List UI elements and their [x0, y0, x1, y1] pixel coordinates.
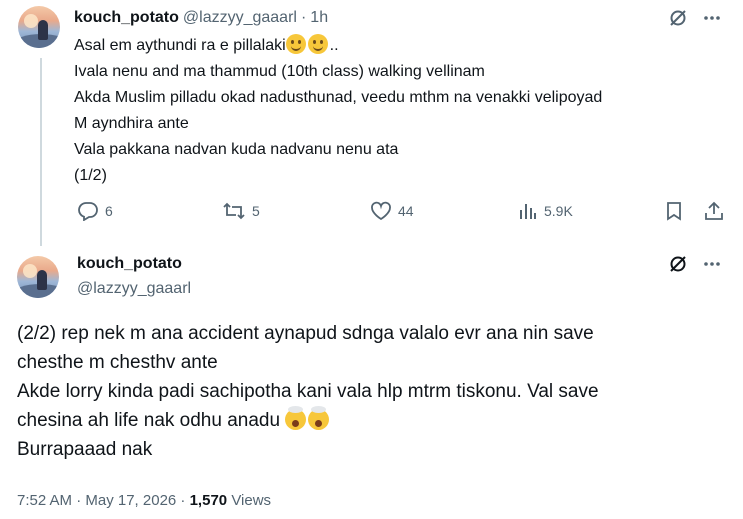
- avatar-person: [37, 270, 47, 290]
- like-button[interactable]: 44: [370, 201, 414, 221]
- thread-connector-line: [40, 58, 42, 246]
- repost-icon: [223, 202, 245, 220]
- views-count: 1,570: [189, 492, 228, 509]
- tweet-meta: 7:52 AM · May 17, 2026 · 1,570 Views: [17, 492, 271, 509]
- tweet-line: (1/2): [74, 167, 107, 184]
- reply-icon: [78, 202, 98, 221]
- repost-count: 5: [252, 203, 260, 219]
- user-handle[interactable]: @lazzyy_gaaarl: [77, 280, 191, 298]
- grok-icon[interactable]: [667, 7, 689, 29]
- exploding-head-icon: [308, 406, 330, 430]
- avatar-person: [38, 20, 48, 40]
- more-options-icon[interactable]: [701, 253, 723, 275]
- separator-dot: ·: [300, 9, 307, 26]
- tweet-line: chesina ah life nak odhu anadu: [17, 406, 732, 435]
- tweet-line: Burrapaaad nak: [17, 439, 153, 460]
- share-button[interactable]: [704, 201, 724, 221]
- display-name[interactable]: kouch_potato: [77, 255, 182, 273]
- tweet-line-text: Asal em aythundi ra e pillalaki: [74, 37, 286, 54]
- tweet-line: Ivala nenu and ma thammud (10th class) w…: [74, 63, 485, 80]
- exploding-head-icon: [285, 406, 307, 430]
- tweet-line: (2/2) rep nek m ana accident aynapud sdn…: [17, 323, 594, 344]
- share-icon: [705, 201, 723, 220]
- tweet-line: Asal em aythundi ra e pillalaki..: [74, 33, 734, 59]
- tweet-line: Akde lorry kinda padi sachipotha kani va…: [17, 381, 599, 402]
- more-options-icon[interactable]: [701, 7, 723, 29]
- avatar[interactable]: [18, 6, 60, 48]
- slightly-smiling-face-icon: [307, 34, 328, 54]
- tweet-line: Vala pakkana nadvan kuda nadvanu nenu at…: [74, 141, 399, 158]
- avatar[interactable]: [17, 256, 59, 298]
- bookmark-button[interactable]: [664, 201, 684, 221]
- timestamp[interactable]: 7:52 AM · May 17, 2026 ·: [17, 492, 185, 509]
- tweet-line: Akda Muslim pilladu okad nadusthunad, ve…: [74, 89, 603, 106]
- display-name[interactable]: kouch_potato: [74, 9, 179, 27]
- tweet-line: M ayndhira ante: [74, 115, 189, 132]
- analytics-icon: [520, 204, 536, 219]
- user-handle[interactable]: @lazzyy_gaaarl: [183, 9, 297, 27]
- reply-count: 6: [105, 203, 113, 219]
- tweet-line: chesthe m chesthv ante: [17, 352, 218, 373]
- heart-icon: [371, 201, 391, 221]
- tweet-actions: 6 5 44 5.9K: [74, 199, 729, 223]
- reply-button[interactable]: 6: [77, 201, 113, 221]
- tweet-line-text: chesina ah life nak odhu anadu: [17, 410, 281, 431]
- tweet-line-suffix: ..: [329, 37, 339, 54]
- grok-icon[interactable]: [667, 253, 689, 275]
- repost-button[interactable]: 5: [222, 201, 260, 221]
- tweet-text: Asal em aythundi ra e pillalaki.. Ivala …: [74, 33, 734, 189]
- tweet-text: (2/2) rep nek m ana accident aynapud sdn…: [17, 319, 732, 464]
- post-time[interactable]: 1h: [310, 9, 328, 27]
- avatar-sun: [24, 14, 38, 28]
- tweet-header: kouch_potato @lazzyy_gaaarl · 1h: [74, 8, 328, 28]
- like-count: 44: [398, 203, 414, 219]
- views-label: Views: [231, 492, 272, 509]
- views-count: 5.9K: [544, 203, 573, 219]
- bookmark-icon: [667, 202, 681, 221]
- slightly-smiling-face-icon: [285, 34, 306, 54]
- avatar-sun: [23, 264, 37, 278]
- views-button[interactable]: 5.9K: [518, 201, 573, 221]
